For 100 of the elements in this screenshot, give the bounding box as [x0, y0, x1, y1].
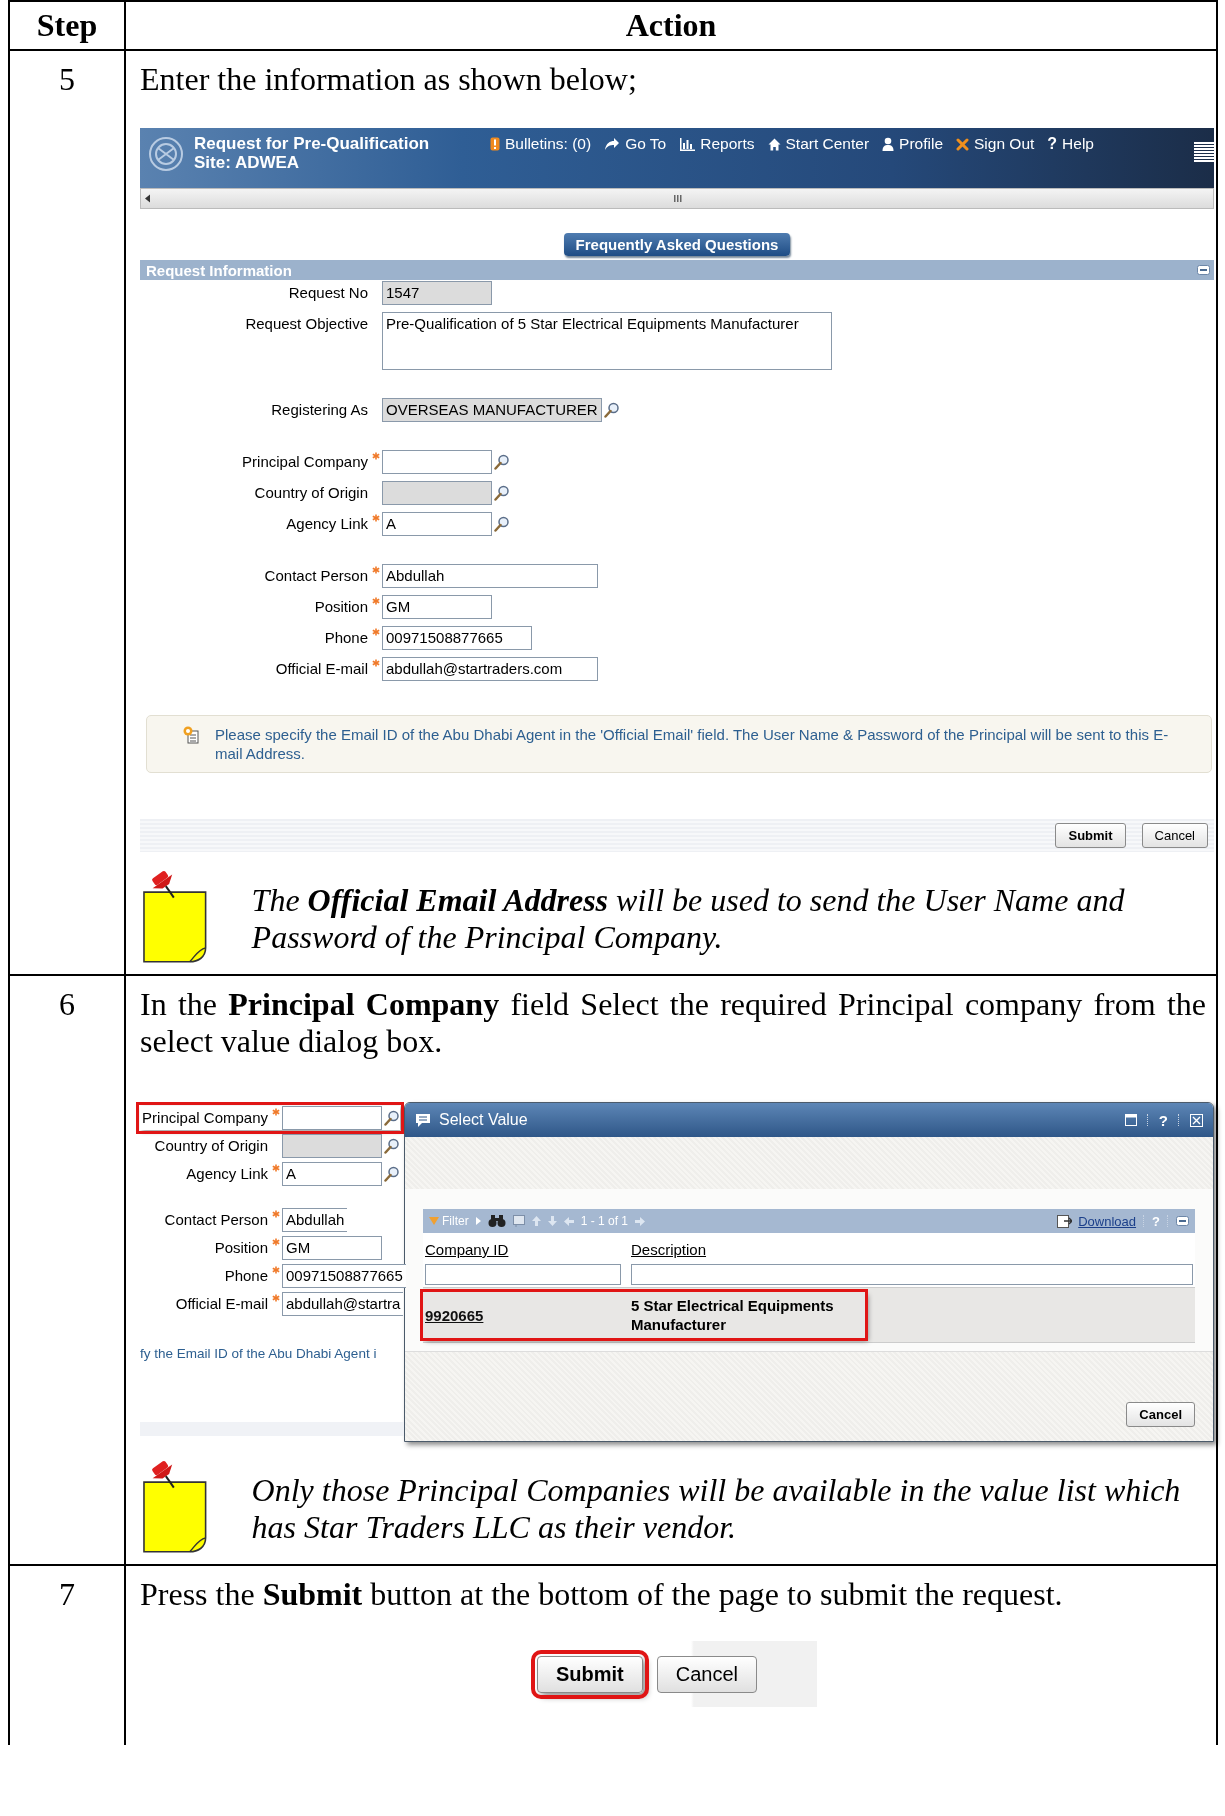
- text-area[interactable]: Pre-Qualification of 5 Star Electrical Equipments Manufacturer: [382, 312, 832, 370]
- input-field[interactable]: abdullah@startra: [282, 1292, 404, 1316]
- field-label: Agency Link: [285, 514, 369, 534]
- window-icon[interactable]: [1124, 1114, 1137, 1126]
- nav-link[interactable]: Start Center: [767, 135, 870, 153]
- field-label: Phone: [323, 628, 369, 648]
- input-field[interactable]: 00971508877665: [382, 626, 532, 650]
- cancel-button[interactable]: Cancel: [1126, 1402, 1195, 1427]
- bar-chart-icon: [679, 137, 696, 151]
- download-link[interactable]: Download: [1078, 1213, 1137, 1229]
- clear-filter-icon[interactable]: [512, 1215, 525, 1227]
- field-label: Position: [313, 597, 369, 617]
- input-field[interactable]: A: [382, 512, 492, 536]
- column-header: Action: [625, 7, 717, 43]
- dialog-title: Select Value: [439, 1111, 528, 1129]
- input-field[interactable]: abdullah@startraders.com: [382, 657, 598, 681]
- step-instruction: Enter the information as shown below;: [140, 61, 638, 98]
- nav-link[interactable]: Sign Out: [956, 135, 1035, 153]
- scrollbar[interactable]: [140, 188, 1214, 209]
- field-label: Agency Link: [185, 1164, 269, 1184]
- collapse-icon[interactable]: [1176, 1216, 1189, 1226]
- input-field[interactable]: GM: [382, 595, 492, 619]
- help-icon[interactable]: ?: [1158, 1111, 1168, 1129]
- field-label: Phone: [223, 1266, 269, 1286]
- info-message: fy the Email ID of the Abu Dhabi Agent i: [140, 1346, 378, 1361]
- field-label: Contact Person: [263, 566, 369, 586]
- column-header[interactable]: Company ID: [423, 1241, 631, 1258]
- input-field[interactable]: GM: [282, 1236, 382, 1260]
- filter-field[interactable]: [425, 1263, 621, 1285]
- nav-link[interactable]: Bulletins: (0): [490, 135, 592, 153]
- search-icon[interactable]: [603, 402, 620, 418]
- speech-bubble-icon: [415, 1112, 431, 1128]
- home-icon: [767, 137, 781, 151]
- input-field[interactable]: [282, 1106, 382, 1130]
- input-field[interactable]: 00971508877665: [282, 1264, 406, 1288]
- striped-logo-icon: [1194, 142, 1214, 164]
- step-number: 7: [59, 1576, 75, 1612]
- table-row[interactable]: 9920665 5 Star Electrical Equipments Manufacturer: [423, 1287, 1195, 1343]
- field-label: Official E-mail: [174, 1294, 269, 1314]
- faq-button[interactable]: Frequently Asked Questions: [563, 233, 791, 256]
- company-id-link[interactable]: 9920665: [423, 1306, 631, 1324]
- caret-icon: [475, 1217, 481, 1225]
- help-icon: ?: [1047, 135, 1058, 153]
- field-label: Registering As: [270, 400, 369, 420]
- field-label: Contact Person: [163, 1210, 269, 1230]
- input-field[interactable]: A: [282, 1162, 382, 1186]
- field-label: Principal Company: [241, 452, 369, 472]
- alert-icon: [490, 137, 500, 151]
- action-button[interactable]: Submit: [1055, 823, 1126, 848]
- filter-field[interactable]: [631, 1263, 1193, 1285]
- grip-icon: [673, 195, 682, 202]
- person-icon: [882, 137, 895, 151]
- search-icon[interactable]: [384, 1138, 400, 1154]
- search-icon[interactable]: [494, 454, 510, 470]
- section-title: Request Information: [146, 261, 292, 279]
- x-icon: [956, 137, 969, 151]
- field-label: Request No: [287, 283, 369, 303]
- nav-link[interactable]: ? Help: [1047, 135, 1094, 153]
- field-label: Principal Company: [141, 1108, 269, 1128]
- action-button[interactable]: Cancel: [656, 1655, 758, 1693]
- input-field[interactable]: [282, 1134, 382, 1158]
- input-field[interactable]: [382, 481, 492, 505]
- step-instruction: In the Principal Company field Select the required Principal company from the select value dialog box.: [140, 986, 1206, 1060]
- nav-link[interactable]: Go To: [604, 135, 667, 153]
- search-icon[interactable]: [384, 1110, 400, 1126]
- help-document-icon: [183, 726, 199, 744]
- field-label: Position: [213, 1238, 269, 1258]
- step-number: 6: [59, 986, 75, 1022]
- input-field[interactable]: Abdullah: [282, 1208, 348, 1232]
- collapse-icon[interactable]: [1197, 265, 1210, 275]
- step-instruction: Press the Submit button at the bottom of the page to submit the request.: [140, 1576, 1064, 1613]
- input-field[interactable]: OVERSEAS MANUFACTURER: [382, 398, 602, 422]
- arrow-icon: [604, 137, 621, 151]
- action-button[interactable]: Cancel: [1141, 823, 1208, 848]
- logo-icon: [148, 136, 184, 172]
- input-field[interactable]: 1547: [382, 281, 492, 305]
- input-field[interactable]: Abdullah: [382, 564, 598, 588]
- table-cell-text: 5 Star Electrical Equipments Manufacturer: [631, 1296, 835, 1334]
- column-header[interactable]: Description: [631, 1241, 707, 1258]
- page-count: 1 - 1 of 1: [580, 1214, 629, 1228]
- app-title: Request for Pre-Qualification: [194, 134, 431, 153]
- filter-icon: [429, 1217, 439, 1225]
- search-icon[interactable]: [384, 1166, 400, 1182]
- step-number: 5: [59, 61, 75, 97]
- nav-link[interactable]: Profile: [882, 135, 943, 153]
- field-label: Country of Origin: [253, 483, 369, 503]
- site-label: Site: ADWEA: [194, 153, 301, 172]
- info-message: Please specify the Email ID of the Abu Dhabi Agent in the 'Official Email' field. The User Name & Password of the Principal will be sent to this E-mail Address.: [215, 725, 1170, 763]
- download-icon[interactable]: [1057, 1214, 1073, 1228]
- binoculars-icon[interactable]: [487, 1215, 506, 1227]
- input-field[interactable]: [382, 450, 492, 474]
- note-text: The Official Email Address will be used to send the User Name and Password of the Principal Company.: [251, 882, 1126, 956]
- search-icon[interactable]: [494, 516, 510, 532]
- field-label: Official E-mail: [274, 659, 369, 679]
- close-icon[interactable]: [1190, 1113, 1203, 1127]
- column-header: Step: [36, 7, 98, 43]
- nav-link[interactable]: Reports: [679, 135, 755, 153]
- note-text: Only those Principal Companies will be available in the value list which has Star Traders LLC as their vendor.: [251, 1472, 1182, 1546]
- search-icon[interactable]: [494, 485, 510, 501]
- arrow-left-icon: [144, 194, 152, 203]
